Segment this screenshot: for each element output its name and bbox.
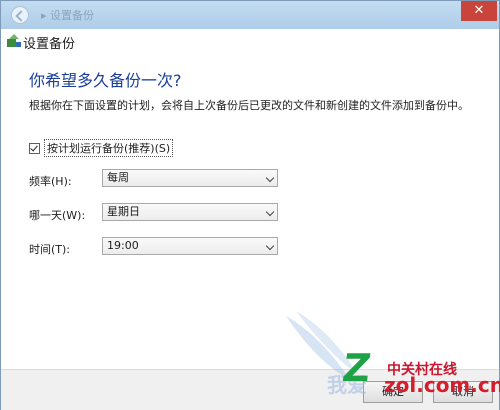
backup-icon [7, 34, 21, 47]
frequency-select[interactable]: 每周 [102, 169, 278, 187]
dialog-title: 设置备份 [23, 37, 76, 52]
watermark-url: zol.com.cn [384, 373, 500, 397]
time-value: 19:00 [107, 239, 139, 252]
chevron-down-icon [265, 207, 275, 217]
page-description: 根据你在下面设置的计划，会将自上次备份后已更改的文件和新创建的文件添加到备份中。 [29, 99, 469, 112]
weekday-label: 哪一天(W): [29, 209, 86, 222]
weekday-value: 星期日 [107, 205, 140, 218]
dialog-header: 设置备份 [1, 29, 499, 53]
breadcrumb: ▸ 设置备份 [41, 9, 95, 22]
schedule-checkbox-row[interactable]: 按计划运行备份(推荐)(S) [29, 139, 174, 157]
chevron-down-icon [265, 173, 275, 183]
frequency-value: 每周 [107, 171, 129, 184]
title-bar: ▸ 设置备份 ✕ [1, 1, 499, 29]
page-heading: 你希望多久备份一次? [29, 71, 182, 90]
time-label: 时间(T): [29, 243, 71, 256]
close-icon: ✕ [473, 3, 485, 18]
time-select[interactable]: 19:00 [102, 237, 278, 255]
dialog-window: ▸ 设置备份 ✕ 设置备份 你希望多久备份一次? 根据你在下面设置的计划，会将自… [0, 0, 500, 410]
weekday-select[interactable]: 星期日 [102, 203, 278, 221]
chevron-down-icon [265, 241, 275, 251]
schedule-checkbox-label[interactable]: 按计划运行备份(推荐)(S) [44, 139, 174, 157]
close-button[interactable]: ✕ [461, 1, 497, 21]
frequency-label: 频率(H): [29, 175, 72, 188]
back-button[interactable] [11, 6, 29, 24]
schedule-checkbox[interactable] [29, 142, 40, 154]
